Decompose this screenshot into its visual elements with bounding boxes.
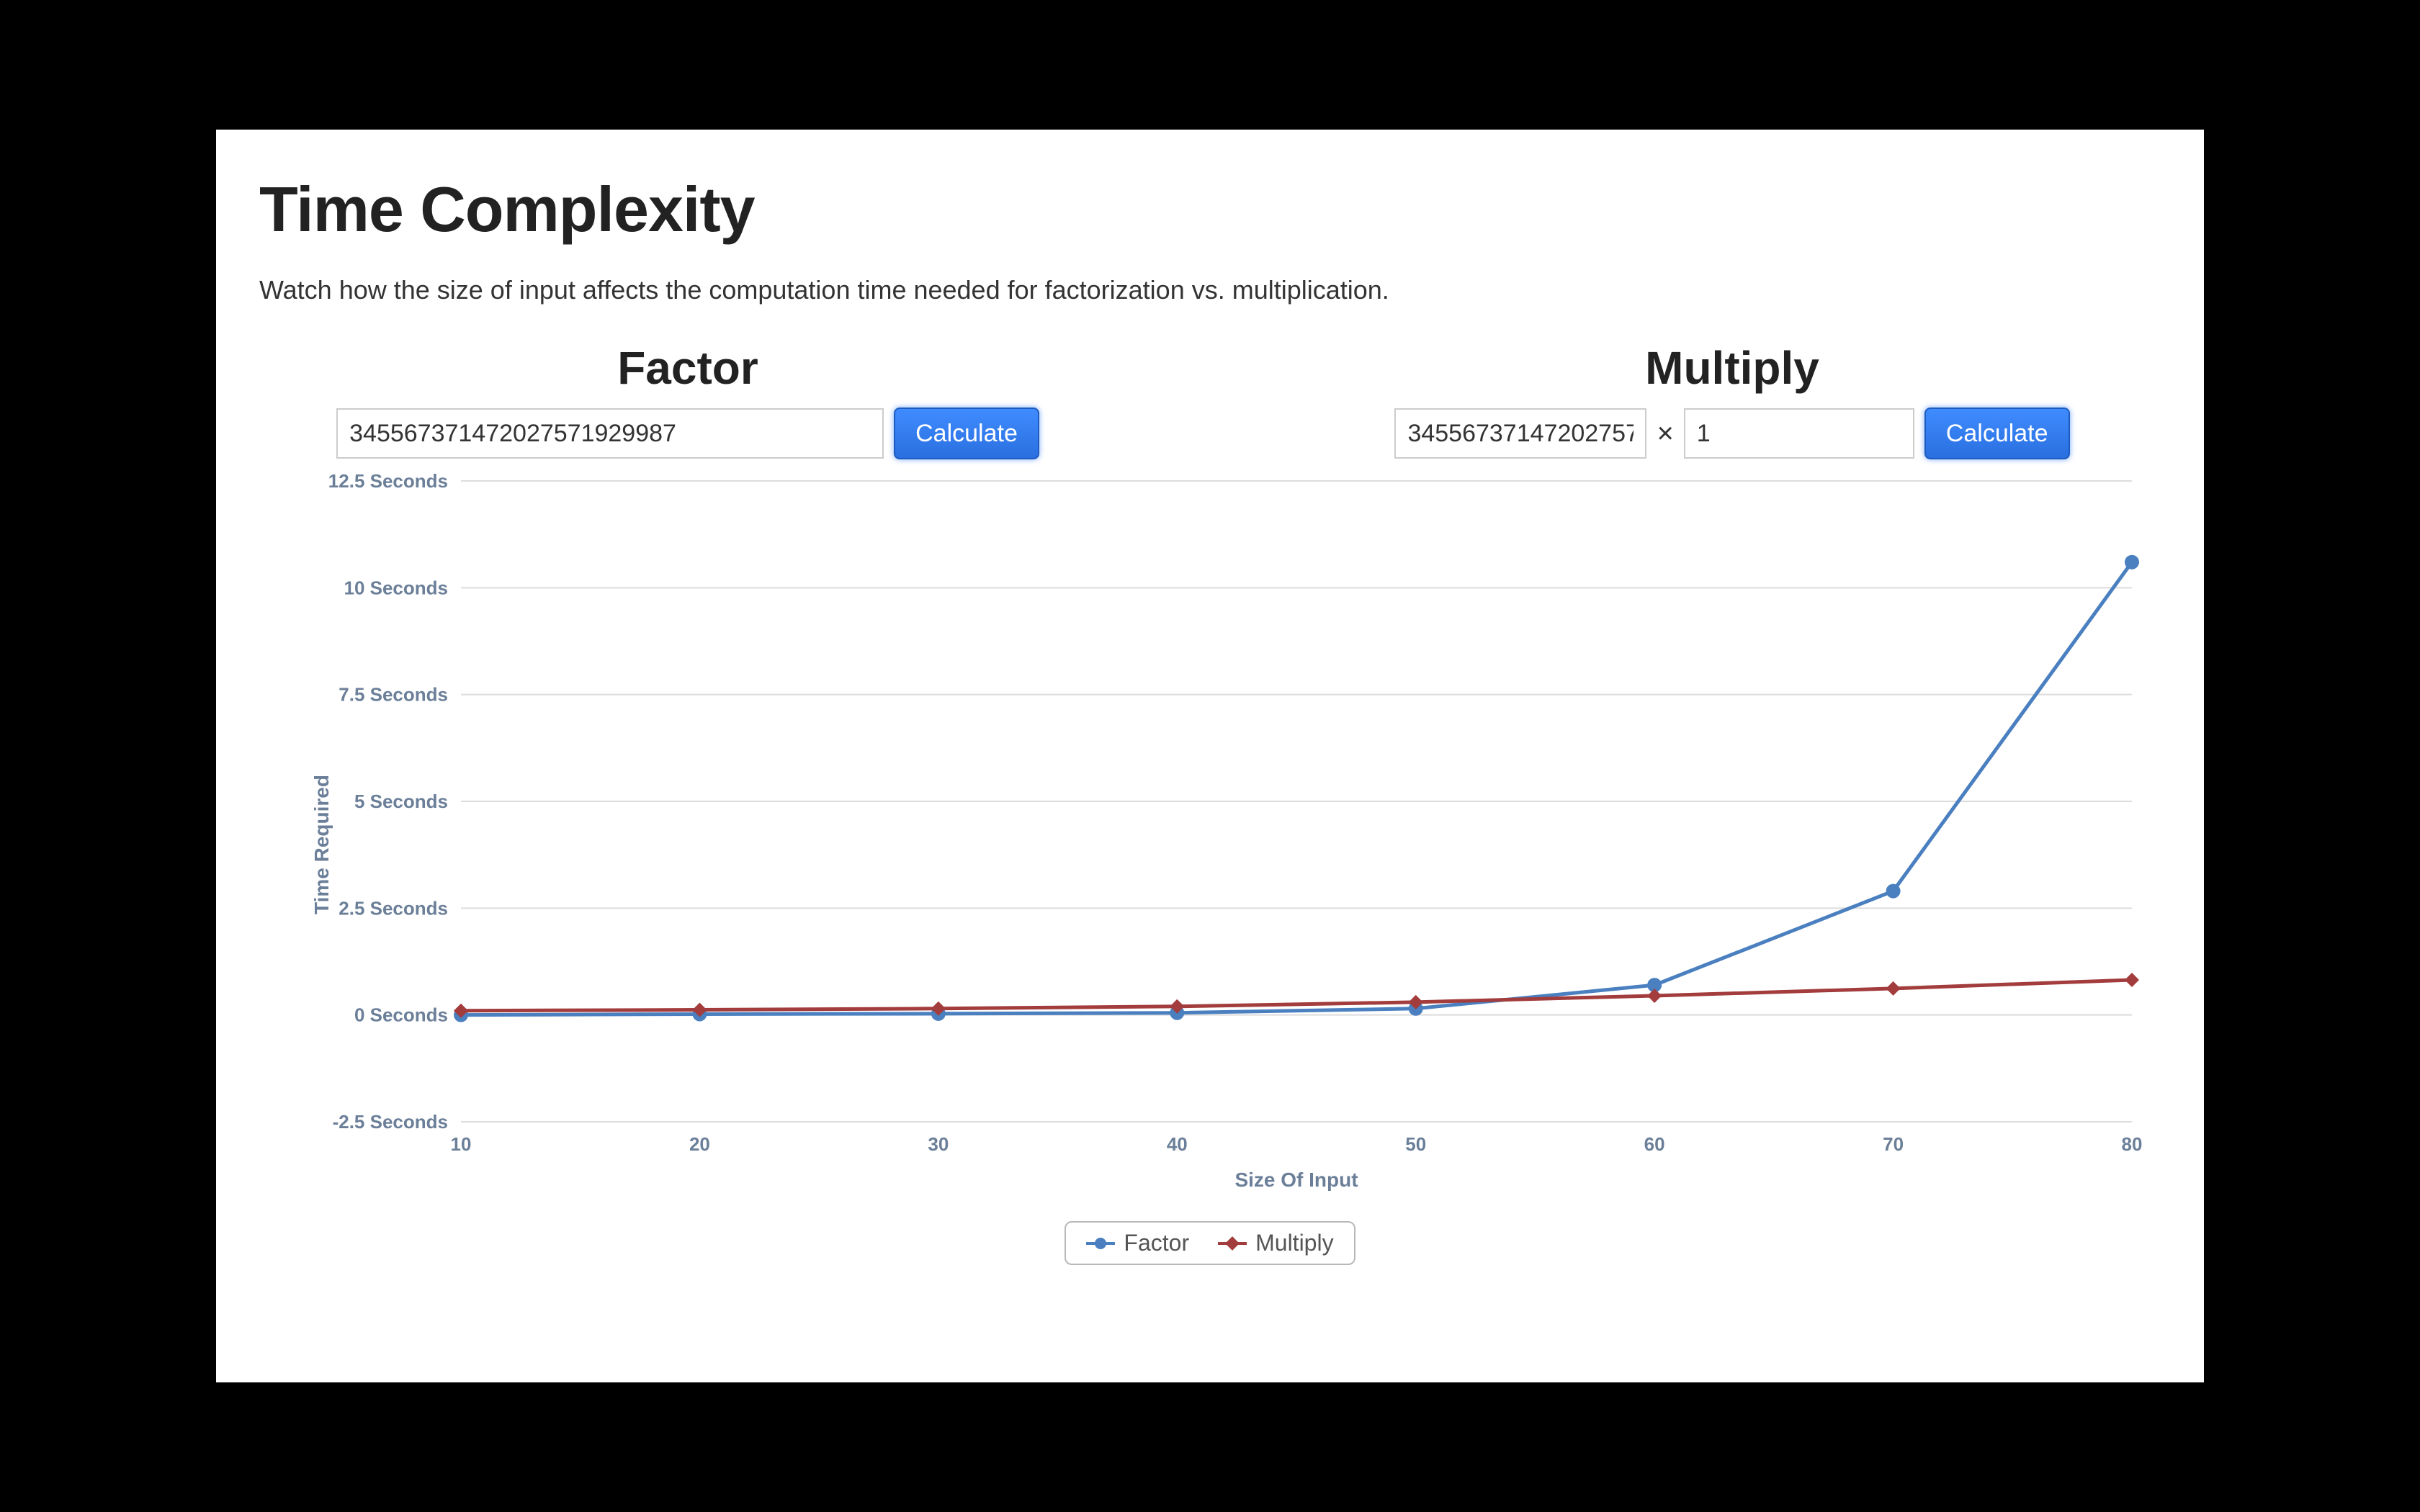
series-line-factor: [461, 562, 2132, 1015]
legend: Factor Multiply: [259, 1221, 2161, 1265]
page-subtitle: Watch how the size of input affects the …: [259, 275, 2161, 305]
legend-label-multiply: Multiply: [1255, 1230, 1333, 1256]
data-point-multiply: [1647, 989, 1662, 1003]
data-point-factor: [1886, 884, 1901, 899]
x-tick-label: 80: [2122, 1133, 2143, 1155]
x-tick-label: 10: [451, 1133, 472, 1155]
y-tick-label: 5 Seconds: [354, 791, 448, 812]
multiply-input-b[interactable]: [1684, 408, 1914, 459]
y-tick-label: 10 Seconds: [344, 577, 448, 598]
legend-marker-factor-icon: [1086, 1242, 1115, 1245]
legend-item-factor: Factor: [1086, 1230, 1189, 1256]
x-tick-label: 20: [689, 1133, 710, 1155]
x-tick-label: 60: [1644, 1133, 1665, 1155]
data-point-factor: [2125, 555, 2139, 570]
factor-input[interactable]: [336, 408, 884, 459]
data-point-multiply: [2125, 973, 2139, 987]
y-tick-label: 2.5 Seconds: [339, 897, 448, 919]
legend-box: Factor Multiply: [1065, 1221, 1355, 1265]
x-tick-label: 70: [1883, 1133, 1904, 1155]
y-tick-label: 7.5 Seconds: [339, 684, 448, 706]
x-tick-label: 40: [1167, 1133, 1188, 1155]
multiply-heading: Multiply: [1645, 341, 1819, 395]
multiply-calculate-button[interactable]: Calculate: [1924, 408, 2070, 459]
factor-column: Factor Calculate: [259, 341, 1116, 459]
factor-heading: Factor: [617, 341, 758, 395]
factor-row: Calculate: [259, 408, 1116, 459]
multiply-input-a[interactable]: [1394, 408, 1646, 459]
y-tick-label: 0 Seconds: [354, 1004, 448, 1026]
content-panel: Time Complexity Watch how the size of in…: [216, 130, 2204, 1382]
y-tick-label: 12.5 Seconds: [328, 474, 448, 492]
chart-area: Time Required -2.5 Seconds0 Seconds2.5 S…: [259, 474, 2161, 1215]
legend-item-multiply: Multiply: [1218, 1230, 1333, 1256]
multiply-column: Multiply × Calculate: [1304, 341, 2161, 459]
chart-svg: -2.5 Seconds 0 Seconds 2.5 Seconds 5 Second…: [259, 474, 2161, 1215]
stage: Time Complexity Watch how the size of in…: [0, 0, 2420, 1512]
page-title: Time Complexity: [259, 173, 2161, 246]
legend-label-factor: Factor: [1124, 1230, 1189, 1256]
data-point-multiply: [1886, 981, 1901, 996]
factor-calculate-button[interactable]: Calculate: [894, 408, 1039, 459]
input-columns: Factor Calculate Multiply × Calculate: [259, 341, 2161, 459]
series-line-multiply: [461, 980, 2132, 1011]
y-tick-label: -2.5 Seconds: [333, 1111, 448, 1133]
multiply-times-symbol: ×: [1657, 418, 1673, 450]
x-axis-title: Size Of Input: [1234, 1169, 1358, 1191]
multiply-row: × Calculate: [1304, 408, 2161, 459]
x-tick-label: 30: [928, 1133, 949, 1155]
x-tick-label: 50: [1405, 1133, 1426, 1155]
legend-marker-multiply-icon: [1218, 1242, 1247, 1245]
